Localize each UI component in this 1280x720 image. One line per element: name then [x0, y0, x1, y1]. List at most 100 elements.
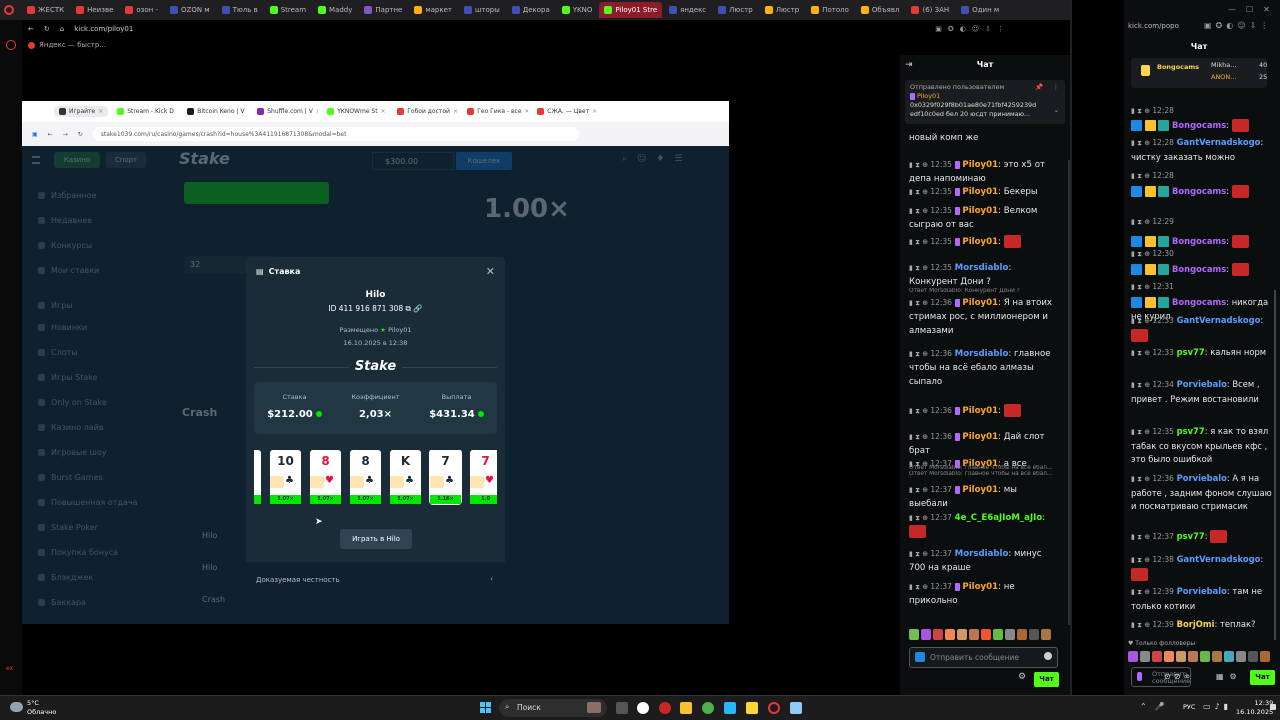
tab-casino[interactable]: Казино	[54, 152, 100, 168]
emote-icon[interactable]	[1260, 651, 1270, 662]
top-user[interactable]: ANON...	[1211, 73, 1237, 81]
chat-username[interactable]: Bongocams	[1172, 297, 1226, 307]
chat-username[interactable]: Porviebalo	[1177, 586, 1227, 596]
scrollbar[interactable]	[1274, 290, 1276, 640]
search-box[interactable]: ⌕ Поиск	[499, 699, 607, 717]
sidebar-item[interactable]: Игровые шоу	[38, 448, 107, 457]
chevron-left-icon[interactable]: ‹	[490, 575, 493, 583]
menu-icon[interactable]	[32, 156, 40, 164]
chat-username[interactable]: Porviebalo	[1177, 379, 1227, 389]
app-icon[interactable]	[659, 702, 671, 714]
inner-tab[interactable]: Stream - Kick D×	[112, 106, 178, 117]
emote-icon[interactable]	[921, 629, 931, 640]
url-field[interactable]: kick.com/piloy01	[74, 25, 133, 33]
emote-icon[interactable]	[1188, 651, 1198, 662]
chat-username[interactable]: psv77	[1177, 426, 1205, 436]
emote-icon[interactable]	[969, 629, 979, 640]
copy-icon[interactable]: ⧉	[406, 304, 411, 313]
back-icon[interactable]: ←	[28, 25, 34, 33]
emote-icon[interactable]	[981, 629, 991, 640]
close-icon[interactable]: ×	[177, 108, 178, 115]
close-icon[interactable]: ×	[381, 108, 386, 115]
browser-tab[interactable]: Потоло	[806, 2, 854, 18]
close-icon[interactable]: ×	[98, 108, 103, 115]
tray-icons[interactable]: ⌃🎤	[1140, 702, 1173, 711]
browser-tab[interactable]: озон -	[120, 2, 163, 18]
weather-icon[interactable]	[10, 702, 23, 712]
emote-icon[interactable]	[1212, 651, 1222, 662]
sidebar-item[interactable]: Мои ставки	[38, 266, 99, 275]
task-view-icon[interactable]	[616, 702, 628, 714]
browser-tab[interactable]: маркет	[409, 2, 457, 18]
emote-icon[interactable]	[945, 629, 955, 640]
chat-username[interactable]: psv77	[1177, 347, 1205, 357]
inner-tab[interactable]: Гобои достой ×	[392, 106, 458, 117]
chat-tools-icons[interactable]: ⊙⊘∞	[1164, 672, 1193, 681]
chat-username[interactable]: Piloy01	[962, 237, 998, 247]
emote-icon[interactable]	[1017, 629, 1027, 640]
emote-icon[interactable]	[1176, 651, 1186, 662]
browser-tab[interactable]: ЖЕСТК	[22, 2, 69, 18]
emote-icon[interactable]	[1128, 651, 1138, 662]
browser-tab[interactable]: шторы	[459, 2, 505, 18]
browser-tab[interactable]: Один м	[956, 2, 1004, 18]
pin-icon[interactable]: 📌	[1035, 83, 1043, 92]
inner-tab[interactable]: Играйте ×	[54, 106, 109, 117]
inner-tab[interactable]: Shuffle.com | V×	[252, 106, 318, 117]
chat-username[interactable]: Piloy01	[962, 298, 998, 308]
browser-tab[interactable]: Люстр	[713, 2, 758, 18]
emote-icon[interactable]	[1248, 651, 1258, 662]
chat-username[interactable]: Piloy01	[962, 187, 998, 197]
chat-username[interactable]: Morsdiablo	[955, 263, 1009, 273]
inner-tab[interactable]: YKNOWme St ×	[322, 106, 388, 117]
chat-username[interactable]: Bongocams	[1172, 236, 1226, 246]
chat-username[interactable]: Bongocams	[1172, 186, 1226, 196]
sticky-notes-icon[interactable]	[746, 702, 758, 714]
gear-icon[interactable]	[6, 40, 16, 50]
reload-icon[interactable]: ↻	[44, 25, 50, 33]
chat-username[interactable]: Morsdiablo	[955, 549, 1009, 559]
settings-icon[interactable]: ⚙	[1018, 672, 1026, 682]
browser-tab[interactable]: Тюль в	[217, 2, 263, 18]
emote-icon[interactable]	[1029, 629, 1039, 640]
sidebar-item[interactable]: Недавнее	[38, 216, 92, 225]
close-icon[interactable]: ×	[592, 108, 597, 115]
inner-tab[interactable]: Гео Гика - все ×	[462, 106, 528, 117]
close-icon[interactable]: ×	[316, 108, 318, 115]
forward-icon[interactable]: →	[63, 131, 68, 138]
browser-tab[interactable]: яндекс	[664, 2, 711, 18]
chevron-down-icon[interactable]: ⌄	[1054, 106, 1059, 115]
emote-icon[interactable]	[909, 629, 919, 640]
browser-tab[interactable]: Люстр	[760, 2, 805, 18]
chat-username[interactable]: 4e_C_E6aJIoM_aJIo	[955, 513, 1043, 523]
browser-tab[interactable]: Декора	[507, 2, 555, 18]
browser-tab[interactable]: Stream	[265, 2, 311, 18]
system-icons[interactable]: ▭♪▮	[1203, 702, 1232, 711]
windows-start-icon[interactable]	[480, 702, 491, 713]
browser-tab[interactable]: Неизве	[71, 2, 118, 18]
sidebar-item[interactable]: Only on Stake	[38, 398, 107, 407]
sidebar-icon[interactable]: ▣	[32, 131, 38, 138]
play-hilo-button[interactable]: Играть в Hilo	[340, 529, 412, 549]
sidebar-item[interactable]: Игры	[38, 301, 73, 310]
sidebar-item[interactable]: Новинки	[38, 323, 87, 332]
inner-tab[interactable]: Bitcoin Keno | V×	[182, 106, 248, 117]
chat-username[interactable]: psv77	[1177, 531, 1205, 541]
sidebar-item[interactable]: Слоты	[38, 348, 78, 357]
emote-icon[interactable]	[1041, 629, 1051, 640]
inner-url-field[interactable]: stake1039.com/ru/casino/games/crash?id=h…	[92, 127, 579, 141]
sidebar-item[interactable]: Конкурсы	[38, 241, 92, 250]
browser-tab[interactable]: Piloy01 Stre	[599, 2, 663, 18]
sidebar-item[interactable]: Stake Poker	[38, 523, 98, 532]
chat-username[interactable]: Piloy01	[962, 160, 998, 170]
sidebar-item[interactable]: Burst Games	[38, 473, 103, 482]
language-indicator[interactable]: РУС	[1183, 703, 1195, 711]
emote-icon[interactable]	[1164, 651, 1174, 662]
settings-icon[interactable]: ▦⚙	[1216, 672, 1243, 681]
sidebar-item[interactable]: Баккара	[38, 598, 86, 607]
browser-tab[interactable]: Maddy	[313, 2, 357, 18]
reload-icon[interactable]: ↻	[78, 131, 83, 138]
home-icon[interactable]: ⌂	[60, 25, 64, 33]
emote-icon[interactable]	[1224, 651, 1234, 662]
calculator-icon[interactable]	[790, 702, 802, 714]
